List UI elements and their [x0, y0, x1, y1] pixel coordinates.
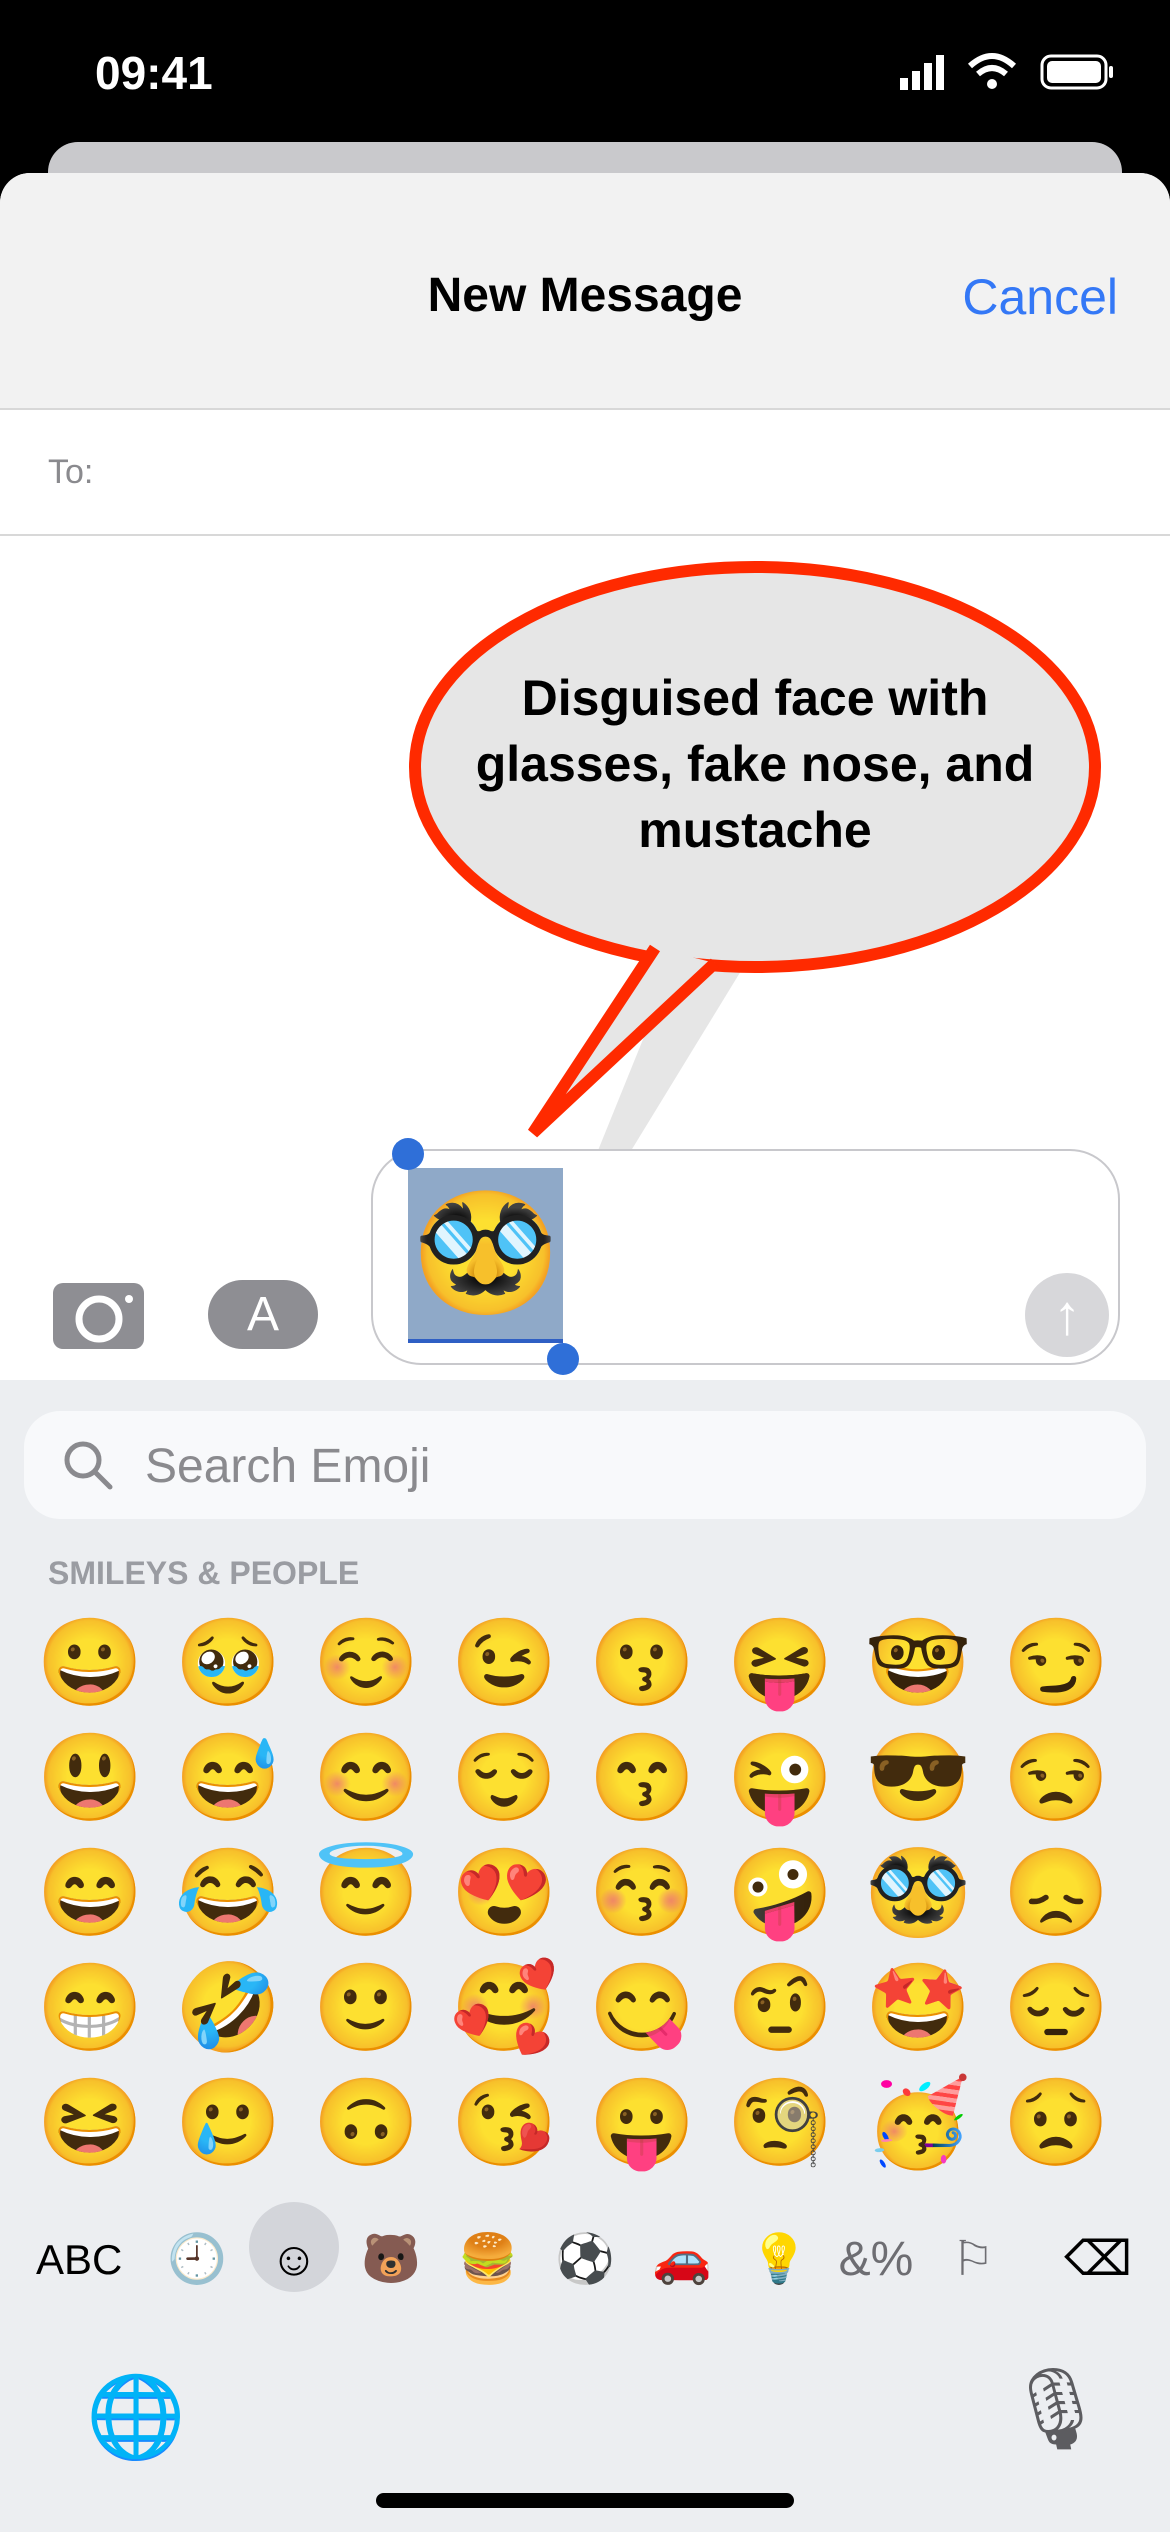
emoji-key[interactable]: 😅 [163, 1723, 293, 1833]
bear-icon[interactable]: 🐻 [346, 2215, 436, 2305]
new-message-sheet: New Message Cancel To: Disguised face wi… [0, 173, 1170, 2532]
selection-start-handle[interactable] [392, 1138, 424, 1170]
emoji-key[interactable]: 😍 [439, 1838, 569, 1948]
annotation-text: Disguised face with glasses, fake nose, … [475, 670, 1035, 858]
cellular-signal-icon [900, 53, 1113, 90]
flag-icon[interactable]: ⚐ [928, 2215, 1018, 2305]
emoji-key[interactable]: 😛 [577, 2068, 707, 2178]
symbols-icon[interactable]: &% [831, 2215, 921, 2305]
delete-icon[interactable]: ⌫ [1053, 2215, 1143, 2305]
soccer-ball-icon[interactable]: ⚽ [540, 2215, 630, 2305]
emoji-key[interactable]: 😟 [991, 2068, 1121, 2178]
emoji-key[interactable]: 😗 [577, 1608, 707, 1718]
emoji-key[interactable]: 😔 [991, 1953, 1121, 2063]
send-button[interactable]: ↑ [1025, 1273, 1109, 1357]
home-indicator [376, 2493, 794, 2508]
emoji-key[interactable]: 😚 [577, 1838, 707, 1948]
clock-icon[interactable]: 🕘 [152, 2215, 242, 2305]
camera-button[interactable] [53, 1277, 144, 1349]
emoji-key[interactable]: 😞 [991, 1838, 1121, 1948]
emoji-key[interactable]: 🙂 [301, 1953, 431, 2063]
emoji-key[interactable]: 😇 [301, 1838, 431, 1948]
speech-bubble-annotation [409, 561, 1101, 1173]
camera-icon [75, 1277, 133, 1343]
emoji-key[interactable]: 🥸 [853, 1838, 983, 1948]
selection-end-handle[interactable] [547, 1343, 579, 1375]
header: New Message Cancel [0, 173, 1170, 410]
emoji-key[interactable]: 😃 [25, 1723, 155, 1833]
smiley-icon[interactable]: ☺ [249, 2215, 339, 2305]
car-building-icon[interactable]: 🚗 [637, 2215, 727, 2305]
emoji-key[interactable]: 😊 [301, 1723, 431, 1833]
emoji-key[interactable]: 🧐 [715, 2068, 845, 2178]
to-label: To: [48, 453, 94, 491]
emoji-key[interactable]: 😄 [25, 1838, 155, 1948]
recipient-field[interactable]: To: [0, 411, 1170, 536]
emoji-keyboard: Search Emoji SMILEYS & PEOPLE 😀 🥹 ☺️ 😉 😗 😝 🤓 😏 😃… [0, 1380, 1170, 2532]
emoji-key[interactable]: 😉 [439, 1608, 569, 1718]
emoji-key[interactable]: 🥰 [439, 1953, 569, 2063]
emoji-key[interactable]: 😆 [25, 2068, 155, 2178]
emoji-key[interactable]: 🙃 [301, 2068, 431, 2178]
emoji-key[interactable]: 😝 [715, 1608, 845, 1718]
emoji-key[interactable]: 😂 [163, 1838, 293, 1948]
emoji-key[interactable]: ☺️ [301, 1608, 431, 1718]
emoji-key[interactable]: 🤨 [715, 1953, 845, 2063]
status-icons [900, 52, 1120, 92]
app-store-icon: A [246, 1288, 279, 1341]
emoji-key[interactable]: 😁 [25, 1953, 155, 2063]
emoji-key[interactable]: 😙 [577, 1723, 707, 1833]
emoji-key[interactable]: 😘 [439, 2068, 569, 2178]
cancel-button[interactable]: Cancel [962, 268, 1118, 326]
emoji-key[interactable]: 😜 [715, 1723, 845, 1833]
lightbulb-icon[interactable]: 💡 [734, 2215, 824, 2305]
emoji-key[interactable]: 🤓 [853, 1608, 983, 1718]
globe-icon[interactable]: 🌐 [86, 2370, 186, 2464]
emoji-key[interactable]: 😋 [577, 1953, 707, 2063]
emoji-key[interactable]: 🤣 [163, 1953, 293, 2063]
emoji-key[interactable]: 😀 [25, 1608, 155, 1718]
selected-emoji[interactable]: 🥸 [408, 1183, 563, 1323]
emoji-key[interactable]: 😎 [853, 1723, 983, 1833]
emoji-key[interactable]: 🥲 [163, 2068, 293, 2178]
burger-icon[interactable]: 🍔 [443, 2215, 533, 2305]
arrow-up-icon: ↑ [1053, 1283, 1081, 1346]
emoji-key[interactable]: 🥳 [853, 2068, 983, 2178]
status-time: 09:41 [95, 47, 213, 99]
emoji-key[interactable]: 😒 [991, 1723, 1121, 1833]
microphone-icon[interactable]: 🎙 [1005, 2362, 1107, 2456]
emoji-key[interactable]: 😌 [439, 1723, 569, 1833]
app-store-button[interactable]: A [208, 1280, 318, 1349]
emoji-key[interactable]: 😏 [991, 1608, 1121, 1718]
emoji-key[interactable]: 🤪 [715, 1838, 845, 1948]
emoji-key[interactable]: 🤩 [853, 1953, 983, 2063]
emoji-key[interactable]: 🥹 [163, 1608, 293, 1718]
abc-button[interactable]: ABC [36, 2215, 122, 2305]
